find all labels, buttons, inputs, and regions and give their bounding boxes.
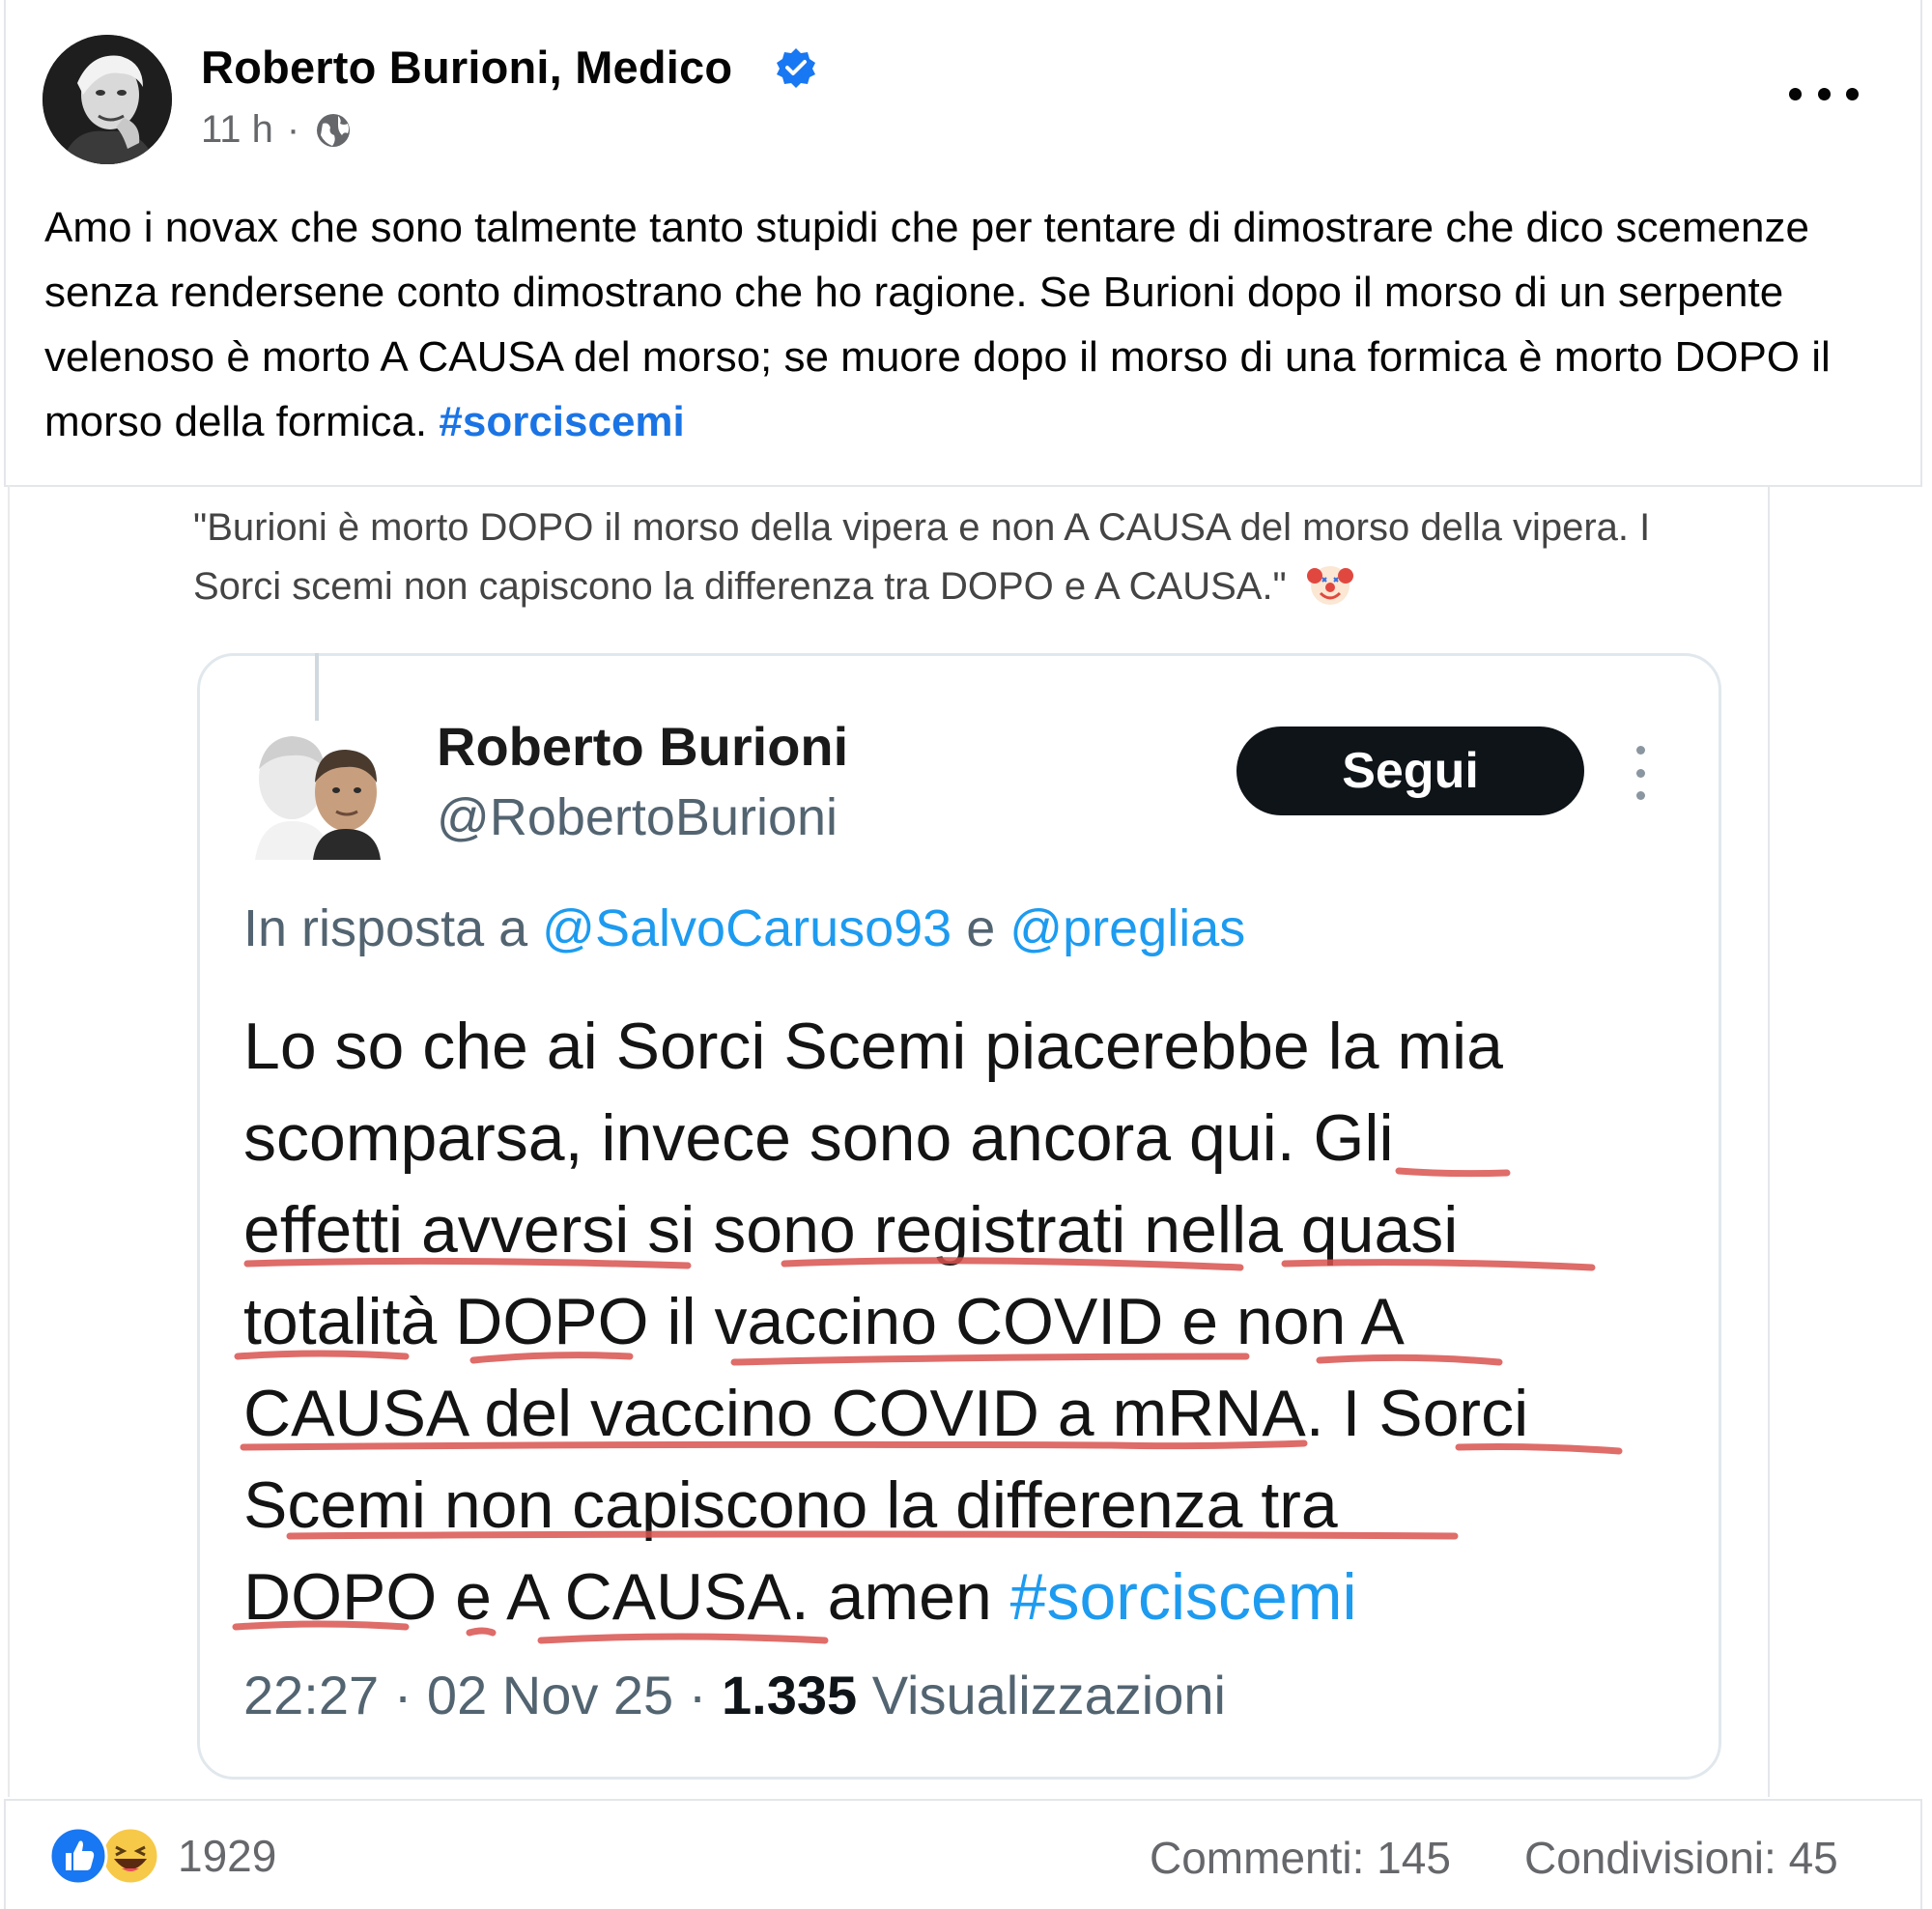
post-body: Amo i novax che sono talmente tanto stup… [44, 204, 1831, 445]
more-dot-icon [1789, 87, 1802, 100]
tweet-author-name: Roberto Burioni [437, 716, 849, 777]
post-hashtag-link[interactable]: #sorciscemi [439, 398, 684, 445]
more-dot-icon [1635, 768, 1645, 778]
haha-icon [100, 1826, 160, 1886]
more-dot-icon [1846, 87, 1859, 100]
reactions-summary[interactable]: 1929 [48, 1826, 276, 1886]
tweet-reply-to: In risposta a @SalvoCaruso93 e @preglias [243, 898, 1245, 958]
tweet-more-icon [1631, 746, 1650, 800]
tweet-meta: 22:27 · 02 Nov 25 · 1.335 Visualizzazion… [243, 1664, 1226, 1726]
tweet-line: totalità DOPO il vaccino COVID e non A [243, 1285, 1405, 1358]
more-dot-icon [1817, 87, 1831, 100]
image-edge-left [8, 485, 10, 1797]
comments-count-link[interactable]: Commenti: 145 [1150, 1832, 1451, 1884]
tweet-line: effetti avversi si sono registrati nella… [243, 1193, 1459, 1267]
verified-badge-icon [777, 48, 815, 88]
image-edge-right [1768, 485, 1770, 1797]
reply-prefix: In risposta a [243, 899, 528, 957]
author-name[interactable]: Roberto Burioni, Medico [201, 41, 732, 94]
reply-mention-1: @SalvoCaruso93 [542, 899, 952, 957]
image-caption: "Burioni è morto DOPO il morso della vip… [193, 499, 1739, 616]
globe-icon [317, 113, 351, 147]
tweet-line: scomparsa, invece sono ancora qui. Gli [243, 1101, 1394, 1175]
tweet-date: 02 Nov 25 [426, 1665, 674, 1725]
tweet-follow-button: Segui [1236, 727, 1584, 815]
shares-count-link[interactable]: Condivisioni: 45 [1524, 1832, 1838, 1884]
tweet-hashtag: #sorciscemi [1009, 1560, 1357, 1634]
reply-and: e [966, 899, 996, 957]
post-meta: 11 h · [201, 108, 354, 152]
tweet-views-label: Visualizzazioni [871, 1665, 1226, 1725]
tweet-line: DOPO e A CAUSA. amen [243, 1560, 992, 1634]
tweet-line: CAUSA del vaccino COVID a mRNA. I Sorci [243, 1377, 1529, 1450]
tweet-thread-line [315, 653, 319, 721]
tweet-body: Lo so che ai Sorci Scemi piacerebbe la m… [243, 1001, 1654, 1643]
like-icon [48, 1826, 108, 1886]
tweet-line-last: DOPO e A CAUSA. amen #sorciscemi [243, 1552, 1654, 1643]
tweet-line: Scemi non capiscono la differenza tra [243, 1468, 1338, 1542]
clown-face-icon [1306, 566, 1353, 605]
image-caption-text: "Burioni è morto DOPO il morso della vip… [193, 506, 1651, 608]
reaction-count[interactable]: 1929 [178, 1830, 276, 1882]
meta-separator: · [286, 108, 300, 151]
tweet-views-count: 1.335 [721, 1665, 858, 1725]
facebook-post-card: Roberto Burioni, Medico 11 h · Amo i nov… [0, 0, 1932, 1909]
more-dot-icon [1635, 791, 1645, 800]
more-dot-icon [1635, 746, 1645, 755]
reply-mention-2: @preglias [1009, 899, 1246, 957]
tweet-line: Lo so che ai Sorci Scemi piacerebbe la m… [243, 1010, 1503, 1083]
tweet-author-handle: @RobertoBurioni [437, 788, 838, 846]
post-time[interactable]: 11 h [201, 108, 273, 152]
post-options-button[interactable] [1789, 70, 1859, 118]
tweet-author-avatar [255, 736, 381, 860]
meta-separator: · [688, 1665, 707, 1725]
tweet-time: 22:27 [243, 1665, 380, 1725]
meta-separator: · [393, 1665, 412, 1725]
author-avatar[interactable] [43, 35, 172, 164]
post-text: Amo i novax che sono talmente tanto stup… [44, 195, 1880, 454]
